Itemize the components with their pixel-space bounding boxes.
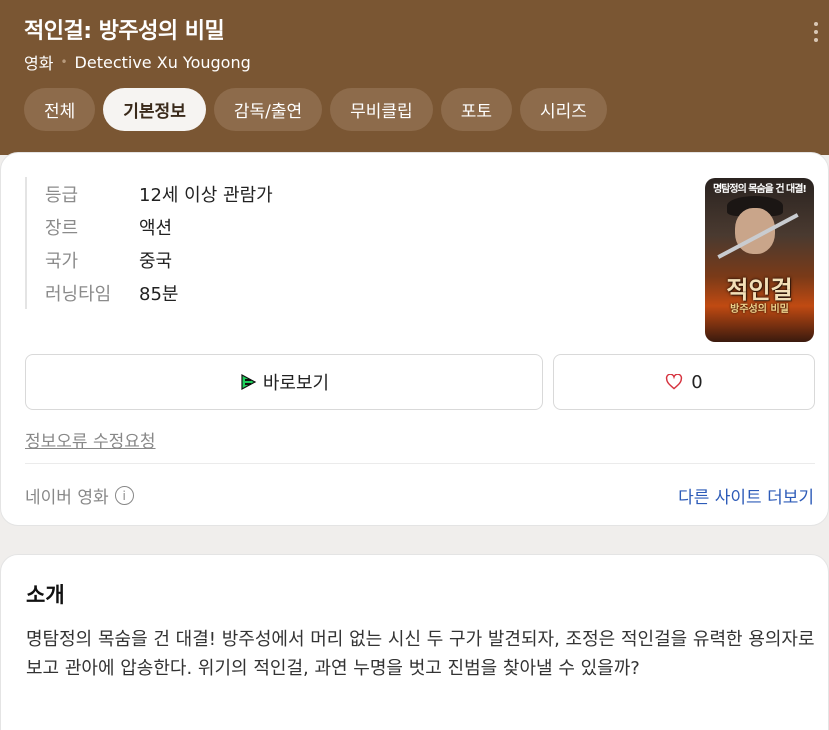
english-title: Detective Xu Yougong: [74, 52, 251, 72]
heart-icon: [666, 374, 683, 390]
like-count: 0: [691, 371, 703, 393]
source-name: 네이버 영화: [25, 488, 109, 508]
info-icon[interactable]: i: [114, 486, 134, 505]
info-row-runtime: 러닝타임 85분: [45, 276, 273, 309]
header: 적인걸: 방주성의 비밀 영화 • Detective Xu Yougong 전…: [0, 0, 829, 155]
info-key: 국가: [45, 250, 79, 272]
watch-label: 바로보기: [262, 373, 330, 394]
info-key: 장르: [45, 217, 79, 239]
tab-basic-info[interactable]: 기본정보: [103, 88, 206, 131]
intro-card: 소개 명탐정의 목숨을 건 대결! 방주성에서 머리 없는 시신 두 구가 발견…: [0, 554, 829, 730]
poster-tagline: 명탐정의 목숨을 건 대결!: [712, 184, 807, 195]
intro-text: 명탐정의 목숨을 건 대결! 방주성에서 머리 없는 시신 두 구가 발견되자,…: [26, 629, 815, 679]
tab-all[interactable]: 전체: [24, 88, 96, 131]
info-row-country: 국가 중국: [45, 243, 273, 276]
play-icon: [241, 373, 257, 391]
tab-movie-clips[interactable]: 무비클립: [330, 88, 433, 131]
tab-series[interactable]: 시리즈: [519, 88, 607, 131]
watch-button[interactable]: 바로보기: [25, 354, 543, 410]
basic-info-card: 등급 12세 이상 관람가 장르 액션 국가 중국 러닝타임 85분 명탐정의 …: [0, 152, 829, 526]
info-value: 12세 이상 관람가: [139, 184, 273, 206]
info-list: 등급 12세 이상 관람가 장르 액션 국가 중국 러닝타임 85분: [25, 177, 273, 309]
report-error-link[interactable]: 정보오류 수정요청: [25, 427, 156, 452]
info-key: 등급: [45, 184, 79, 206]
info-row-genre: 장르 액션: [45, 210, 273, 243]
tab-bar: 전체 기본정보 감독/출연 무비클립 포토 시리즈: [24, 88, 607, 131]
more-vertical-icon[interactable]: [813, 22, 819, 42]
divider: [25, 463, 815, 464]
source-label: 네이버 영화 i: [25, 483, 134, 508]
subtitle-line: 영화 • Detective Xu Yougong: [24, 50, 251, 74]
separator-dot: •: [60, 55, 68, 69]
page-title: 적인걸: 방주성의 비밀: [24, 19, 225, 44]
category-label: 영화: [24, 54, 54, 73]
info-value: 85분: [139, 283, 179, 305]
tab-cast[interactable]: 감독/출연: [213, 88, 323, 131]
poster-subtitle: 방주성의 비밀: [730, 304, 789, 315]
info-value: 액션: [139, 217, 173, 239]
info-value: 중국: [139, 250, 173, 272]
other-sites-link[interactable]: 다른 사이트 더보기: [678, 483, 814, 508]
info-row-rating: 등급 12세 이상 관람가: [45, 177, 273, 210]
movie-poster[interactable]: 명탐정의 목숨을 건 대결! 적인걸 방주성의 비밀: [705, 178, 814, 342]
intro-title: 소개: [26, 583, 65, 607]
like-button[interactable]: 0: [553, 354, 815, 410]
tab-photos[interactable]: 포토: [440, 88, 512, 131]
info-key: 러닝타임: [45, 283, 112, 305]
